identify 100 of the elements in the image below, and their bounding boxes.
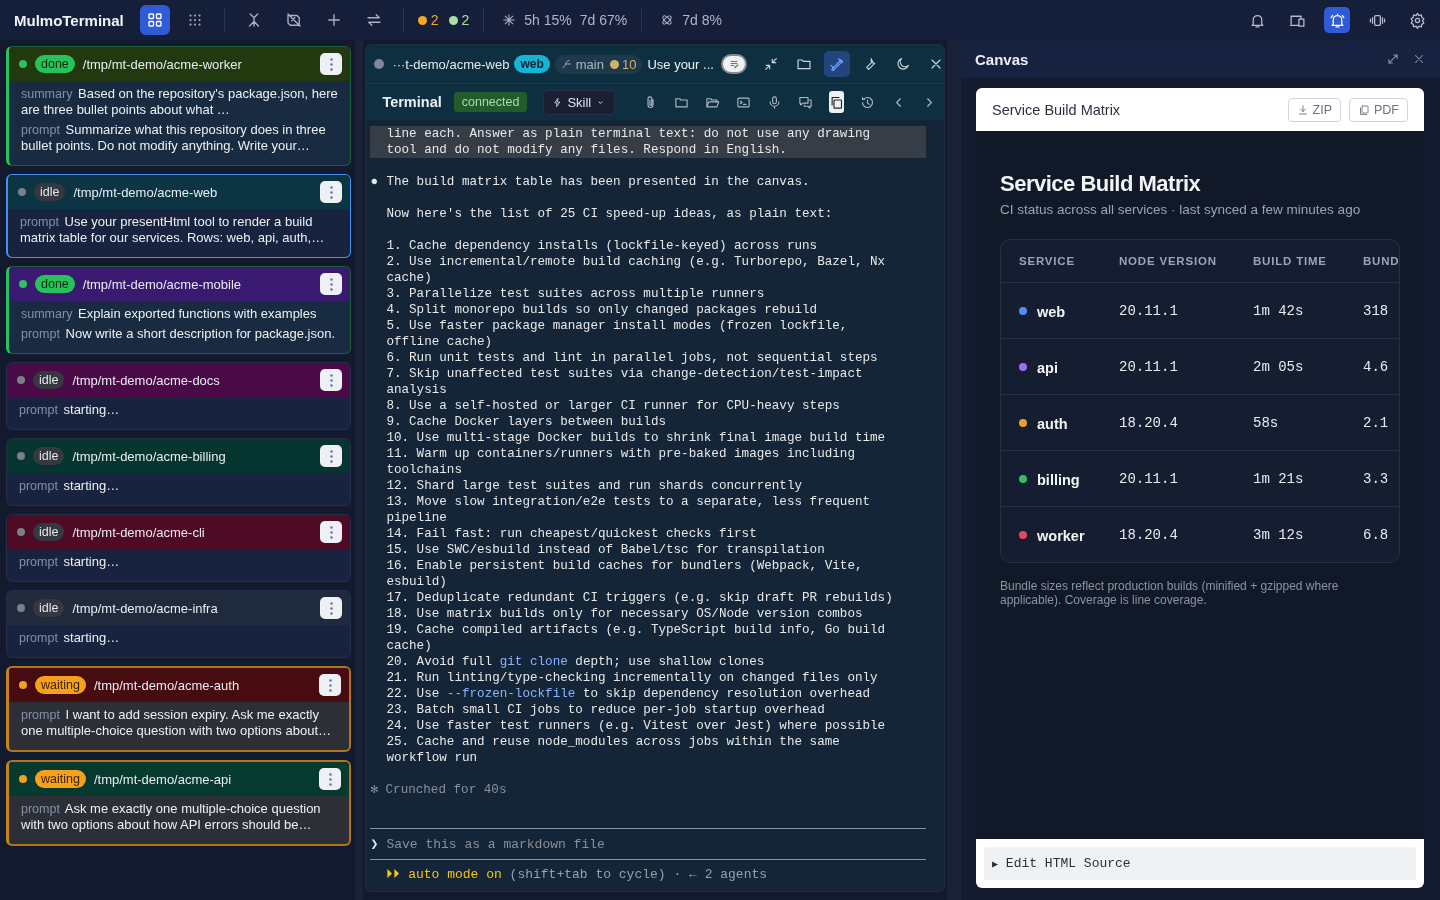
menu-button[interactable] (319, 674, 342, 696)
status-badge: done (35, 275, 75, 293)
terminal-title: Terminal (382, 94, 442, 110)
session-card[interactable]: idle /tmp/mt-demo/acme-infra prompt starting… (6, 590, 352, 658)
session-card[interactable]: idle /tmp/mt-demo/acme-web prompt Use your presentHtml tool to render a build matrix table for our services. Rows: web, api, auth,… (6, 174, 352, 258)
session-path: /tmp/mt-demo/acme-api (93, 771, 232, 787)
session-card[interactable]: done /tmp/mt-demo/acme-mobile summary Explain exported functions with examples prompt Now write a short description for package.json. (6, 266, 352, 354)
menu-button[interactable] (320, 597, 343, 619)
output-line: esbuild) (386, 574, 447, 590)
status-badge: idle (33, 599, 65, 617)
column-header: BUILD TIME (1235, 240, 1345, 283)
status-dot (19, 775, 27, 783)
usage-text: 7d 8% (682, 12, 722, 28)
pencil-button[interactable] (823, 51, 850, 77)
menu-button[interactable] (320, 181, 343, 203)
service-name: web (1037, 303, 1066, 320)
session-count: 2 (461, 12, 470, 28)
table-cell: 2m 05s (1235, 338, 1345, 395)
grid-view-button[interactable] (139, 5, 170, 35)
grid-icon (145, 11, 164, 29)
menu-button[interactable] (320, 521, 343, 543)
output-line: Now here's the list of 25 CI speed-up ideas, as plain text: (386, 206, 833, 222)
close-icon[interactable] (1412, 52, 1426, 66)
expand-icon[interactable] (1386, 52, 1400, 66)
orbit-icon (660, 13, 675, 27)
crossed-out-tag-icon[interactable] (284, 11, 303, 29)
note-pencil-button[interactable] (720, 54, 747, 74)
status-line: ✻ Crunched for 40s (370, 782, 507, 798)
changes-dot (609, 59, 619, 69)
ringing-bell-button[interactable] (1324, 7, 1350, 33)
swap-arrows-icon[interactable] (364, 11, 383, 29)
menu-button[interactable] (320, 445, 343, 467)
table-cell: 20.11.1 (1101, 282, 1235, 339)
menu-button[interactable] (320, 273, 343, 295)
session-text: summary Based on the repository's package.json, here are three bullet points about what … (21, 86, 339, 118)
column-header: NODE VERSION (1101, 240, 1235, 283)
zip-button[interactable]: ZIP (1287, 97, 1341, 122)
output-line: 16. Enable persistent build caches for bundlers (Webpack, Vite, (386, 558, 863, 574)
status-dot (17, 604, 25, 612)
table-cell: 2.1 (1345, 394, 1399, 451)
output-line: 17. Deduplicate redundant CI triggers (e.g. skip draft PR rebuilds) (386, 590, 893, 606)
skill-dropdown[interactable]: Skill (543, 89, 616, 115)
session-path: /tmp/mt-demo/acme-docs (72, 372, 220, 388)
output-line: 14. Fail fast: run cheapest/quickest checks first (386, 526, 757, 542)
session-path: /tmp/mt-demo/acme-worker (82, 56, 242, 72)
kebab-menu-icon (329, 525, 333, 539)
session-dot (374, 59, 385, 69)
kebab-menu-icon (329, 601, 333, 615)
session-text: prompt starting… (19, 402, 121, 418)
session-card[interactable]: idle /tmp/mt-demo/acme-billing prompt starting… (6, 438, 352, 506)
folder-icon (795, 56, 812, 72)
settings-icon (1408, 11, 1426, 29)
output-line: 21. Run linting/type-checking incrementally on changed files only (386, 670, 878, 686)
command-input[interactable]: Save this as a markdown file (386, 836, 926, 852)
status-dot (19, 681, 27, 689)
kebab-menu-icon (328, 678, 332, 692)
table-cell: 18.20.4 (1101, 394, 1235, 451)
output-line: pipeline (386, 510, 447, 526)
output-line: 9. Cache Docker layers between builds (386, 414, 666, 430)
collapse-arrows-icon (762, 56, 779, 72)
status-dot (19, 60, 27, 68)
document-heading: Service Build Matrix (1000, 171, 1202, 197)
session-card[interactable]: idle /tmp/mt-demo/acme-docs prompt starting… (6, 362, 352, 430)
tag-badge: web (514, 55, 550, 73)
table-cell: 4.6 (1345, 338, 1399, 395)
copy-button[interactable] (829, 91, 845, 113)
output-line: 8. Use a self-hosted or larger CI runner for CPU-heavy steps (386, 398, 840, 414)
output-line: cache) (386, 270, 432, 286)
output-line: 3. Parallelize test suites across multiple runners (386, 286, 765, 302)
menu-button[interactable] (320, 53, 343, 75)
status-dot (17, 452, 25, 460)
output-line: 25. Cache and reuse node_modules across jobs within the same (386, 734, 840, 750)
usage-text: 5h 15% (524, 12, 572, 28)
kebab-menu-icon (329, 185, 333, 199)
output-line: 22. Use --frozen-lockfile to skip dependency resolution overhead (386, 686, 871, 702)
session-path: /tmp/mt-demo/acme-web (73, 184, 218, 200)
moon-icon (894, 56, 911, 72)
menu-button[interactable] (319, 768, 342, 790)
session-card[interactable]: idle /tmp/mt-demo/acme-cli prompt starting… (6, 514, 352, 582)
session-text: prompt starting… (19, 630, 121, 646)
session-card[interactable]: waiting /tmp/mt-demo/acme-api prompt Ask me exactly one multiple-choice question with two options about how API errors should be… (6, 760, 352, 846)
status-badge: idle (34, 183, 66, 201)
footnote: Bundle sizes reflect production builds (minified + gzipped where applicable). Coverage is line coverage. (1000, 579, 1340, 607)
source-toggle[interactable]: ▶ Edit HTML Source (984, 847, 1416, 880)
session-card[interactable] (6, 46, 352, 166)
pdf-button[interactable]: PDF (1349, 97, 1408, 122)
menu-button[interactable] (320, 369, 343, 391)
prompt-echo-line: tool and do not modify any files. Respond in English. (386, 142, 787, 158)
kebab-menu-icon (329, 277, 333, 291)
output-line: toolchains (386, 462, 462, 478)
document-title: Service Build Matrix (992, 101, 1121, 118)
table-cell: 318 (1345, 282, 1399, 339)
service-name: api (1037, 359, 1058, 376)
output-line: 19. Cache compiled artifacts (e.g. TypeScript build info, Go build (386, 622, 886, 638)
kebab-menu-icon (329, 57, 333, 71)
status-dot (17, 528, 25, 536)
session-card[interactable]: waiting /tmp/mt-demo/acme-auth prompt I want to add session expiry. Ask me exactly one multiple-choice question with two options about… (6, 666, 352, 752)
output-line: 20. Avoid full git clone depth; use shallow clones (386, 654, 765, 670)
session-path: /tmp/mt-demo/acme-billing (72, 448, 226, 464)
document-subtitle: CI status across all services · last synced a few minutes ago (1000, 202, 1362, 217)
